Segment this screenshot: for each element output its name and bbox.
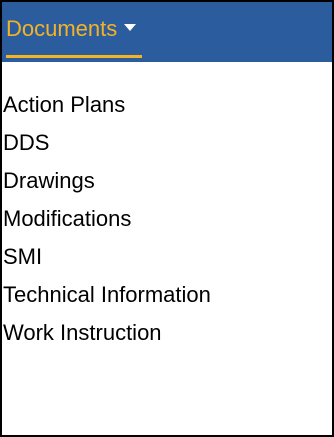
menu-item-label: Action Plans — [3, 92, 126, 117]
menu-item-label: Modifications — [3, 206, 132, 231]
menu-item-label: Work Instruction — [3, 320, 162, 345]
menu-item-action-plans[interactable]: Action Plans — [2, 86, 332, 124]
menu-item-label: Technical Information — [3, 282, 211, 307]
caret-down-icon — [124, 24, 137, 31]
documents-menu-button[interactable]: Documents — [6, 2, 143, 58]
menu-item-dds[interactable]: DDS — [2, 124, 332, 162]
documents-menu: Action Plans DDS Drawings Modifications … — [2, 62, 332, 435]
menu-item-smi[interactable]: SMI — [2, 238, 332, 276]
menu-item-modifications[interactable]: Modifications — [2, 200, 332, 238]
nav-header: Documents — [2, 2, 332, 62]
menu-item-label: Drawings — [3, 168, 95, 193]
menu-item-work-instruction[interactable]: Work Instruction — [2, 314, 332, 352]
documents-menu-label: Documents — [6, 15, 118, 41]
menu-item-label: SMI — [3, 244, 43, 269]
menu-item-label: DDS — [3, 130, 50, 155]
menu-item-drawings[interactable]: Drawings — [2, 162, 332, 200]
documents-dropdown-panel: Documents Action Plans DDS Drawings Modi… — [0, 0, 334, 437]
menu-item-technical-information[interactable]: Technical Information — [2, 276, 332, 314]
